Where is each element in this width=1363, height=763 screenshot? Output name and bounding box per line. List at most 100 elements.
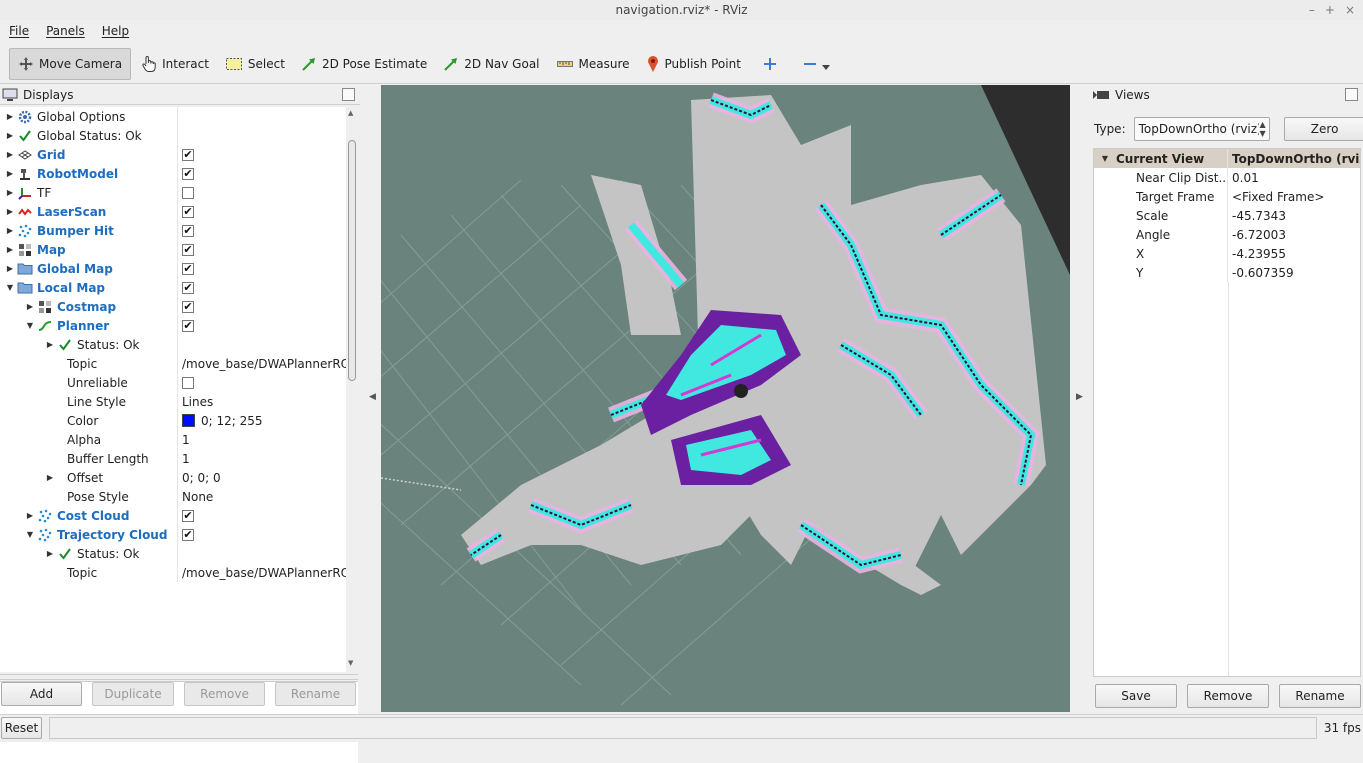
view-property-row[interactable]: Y -0.607359 <box>1094 263 1360 282</box>
reset-button[interactable]: Reset <box>1 717 42 739</box>
property-value-cell[interactable]: ✔ <box>178 259 346 278</box>
property-value-cell[interactable]: 0; 12; 255 <box>178 411 346 430</box>
display-row[interactable]: Unreliable <box>0 373 346 392</box>
view-property-value-cell[interactable]: -4.23955 <box>1228 244 1360 263</box>
collapse-arrow-icon[interactable]: ▼ <box>25 321 35 330</box>
property-value-cell[interactable]: 0; 0; 0 <box>178 468 346 487</box>
color-swatch[interactable] <box>182 414 195 427</box>
property-value-cell[interactable]: ✔ <box>178 202 346 221</box>
enabled-checkbox[interactable] <box>182 186 194 199</box>
property-value-cell[interactable]: ✔ <box>178 240 346 259</box>
enabled-checkbox[interactable] <box>182 376 194 389</box>
tool-publish-point[interactable]: Publish Point <box>638 48 749 80</box>
rename-button[interactable]: Rename <box>275 682 356 706</box>
add-button[interactable]: Add <box>1 682 82 706</box>
display-row[interactable]: Buffer Length 1 <box>0 449 346 468</box>
current-view-row[interactable]: ▼ Current View TopDownOrtho (rviz) <box>1094 149 1360 168</box>
view-property-row[interactable]: Angle -6.72003 <box>1094 225 1360 244</box>
display-row[interactable]: Line Style Lines <box>0 392 346 411</box>
collapse-arrow-icon[interactable]: ▼ <box>1100 154 1110 163</box>
add-tool-button[interactable] <box>755 48 785 80</box>
maximize-icon[interactable]: + <box>1325 0 1335 20</box>
display-row[interactable]: ▶ TF <box>0 183 346 202</box>
view-property-value-cell[interactable]: -0.607359 <box>1228 263 1360 282</box>
enabled-checkbox[interactable]: ✔ <box>182 528 194 541</box>
property-value-cell[interactable] <box>178 373 346 392</box>
view-property-row[interactable]: Target Frame <Fixed Frame> <box>1094 187 1360 206</box>
view-property-row[interactable]: Scale -45.7343 <box>1094 206 1360 225</box>
enabled-checkbox[interactable]: ✔ <box>182 243 194 256</box>
property-value-cell[interactable]: ✔ <box>178 221 346 240</box>
display-row[interactable]: ▶ Status: Ok <box>0 544 346 563</box>
display-row[interactable]: ▼ Local Map ✔ <box>0 278 346 297</box>
display-row[interactable]: ▶ Global Map ✔ <box>0 259 346 278</box>
property-value-cell[interactable] <box>178 183 346 202</box>
render-viewport[interactable] <box>381 85 1070 712</box>
display-row[interactable]: Topic/move_base/DWAPlannerRO... <box>0 563 346 582</box>
zero-button[interactable]: Zero <box>1283 117 1363 141</box>
display-row[interactable]: ▶ Map ✔ <box>0 240 346 259</box>
property-value-cell[interactable]: ✔ <box>178 316 346 335</box>
enabled-checkbox[interactable]: ✔ <box>182 509 194 522</box>
view-property-row[interactable]: Near Clip Dist... 0.01 <box>1094 168 1360 187</box>
expand-arrow-icon[interactable]: ▶ <box>5 169 15 178</box>
panel-splitter[interactable] <box>0 674 358 680</box>
enabled-checkbox[interactable]: ✔ <box>182 205 194 218</box>
undock-button[interactable] <box>1345 88 1358 101</box>
property-value-cell[interactable]: None <box>178 487 346 506</box>
display-row[interactable]: ▶ Grid ✔ <box>0 145 346 164</box>
remove-button[interactable]: Remove <box>184 682 265 706</box>
duplicate-button[interactable]: Duplicate <box>92 682 174 706</box>
collapse-arrow-icon[interactable]: ▼ <box>25 530 35 539</box>
menu-panels[interactable]: Panels <box>37 24 93 38</box>
property-value-cell[interactable] <box>178 335 346 354</box>
displays-scrollbar[interactable]: ▲ ▼ <box>346 107 358 672</box>
expand-arrow-icon[interactable]: ▶ <box>5 188 15 197</box>
minimize-icon[interactable]: – <box>1309 0 1315 20</box>
scroll-down-icon[interactable]: ▼ <box>348 659 353 667</box>
expand-arrow-icon[interactable]: ▶ <box>45 473 55 482</box>
collapse-right-icon[interactable]: ▶ <box>1076 392 1083 402</box>
display-row[interactable]: ▼ Trajectory Cloud ✔ <box>0 525 346 544</box>
expand-arrow-icon[interactable]: ▶ <box>25 302 35 311</box>
view-property-value-cell[interactable]: -6.72003 <box>1228 225 1360 244</box>
tool-measure[interactable]: Measure <box>548 48 638 80</box>
expand-arrow-icon[interactable]: ▶ <box>5 245 15 254</box>
enabled-checkbox[interactable]: ✔ <box>182 300 194 313</box>
display-row[interactable]: ▶ Global Options <box>0 107 346 126</box>
expand-arrow-icon[interactable]: ▶ <box>5 131 15 140</box>
menu-file[interactable]: File <box>0 24 37 38</box>
display-row[interactable]: ▶ Status: Ok <box>0 335 346 354</box>
expand-arrow-icon[interactable]: ▶ <box>25 511 35 520</box>
expand-arrow-icon[interactable]: ▶ <box>5 207 15 216</box>
tool-2d-pose-estimate[interactable]: 2D Pose Estimate <box>293 48 435 80</box>
expand-arrow-icon[interactable]: ▶ <box>5 226 15 235</box>
display-row[interactable]: ▶ Global Status: Ok <box>0 126 346 145</box>
display-row[interactable]: Pose Style None <box>0 487 346 506</box>
save-button[interactable]: Save <box>1095 684 1177 708</box>
property-value-cell[interactable]: ✔ <box>178 525 346 544</box>
scroll-up-icon[interactable]: ▲ <box>348 109 353 117</box>
tool-2d-nav-goal[interactable]: 2D Nav Goal <box>435 48 547 80</box>
display-row[interactable]: ▶ LaserScan ✔ <box>0 202 346 221</box>
scrollbar-thumb[interactable] <box>348 140 356 381</box>
enabled-checkbox[interactable]: ✔ <box>182 148 194 161</box>
enabled-checkbox[interactable]: ✔ <box>182 167 194 180</box>
views-rename-button[interactable]: Rename <box>1279 684 1361 708</box>
collapse-arrow-icon[interactable]: ▼ <box>5 283 15 292</box>
collapse-left-icon[interactable]: ◀ <box>369 392 376 402</box>
undock-button[interactable] <box>342 88 355 101</box>
enabled-checkbox[interactable]: ✔ <box>182 319 194 332</box>
display-row[interactable]: ▶ RobotModel ✔ <box>0 164 346 183</box>
property-value-cell[interactable]: /move_base/DWAPlannerRO... <box>178 563 346 582</box>
property-value-cell[interactable]: ✔ <box>178 297 346 316</box>
expand-arrow-icon[interactable]: ▶ <box>5 150 15 159</box>
view-property-value-cell[interactable]: <Fixed Frame> <box>1228 187 1360 206</box>
remove-tool-button[interactable] <box>795 48 838 80</box>
tool-move-camera[interactable]: Move Camera <box>9 47 132 80</box>
menu-help[interactable]: Help <box>93 24 137 38</box>
tool-interact[interactable]: Interact <box>133 48 217 80</box>
view-type-select[interactable]: TopDownOrtho (rviz) ▲ ▼ <box>1133 117 1270 141</box>
view-property-value-cell[interactable]: -45.7343 <box>1228 206 1360 225</box>
property-value-cell[interactable]: ✔ <box>178 145 346 164</box>
